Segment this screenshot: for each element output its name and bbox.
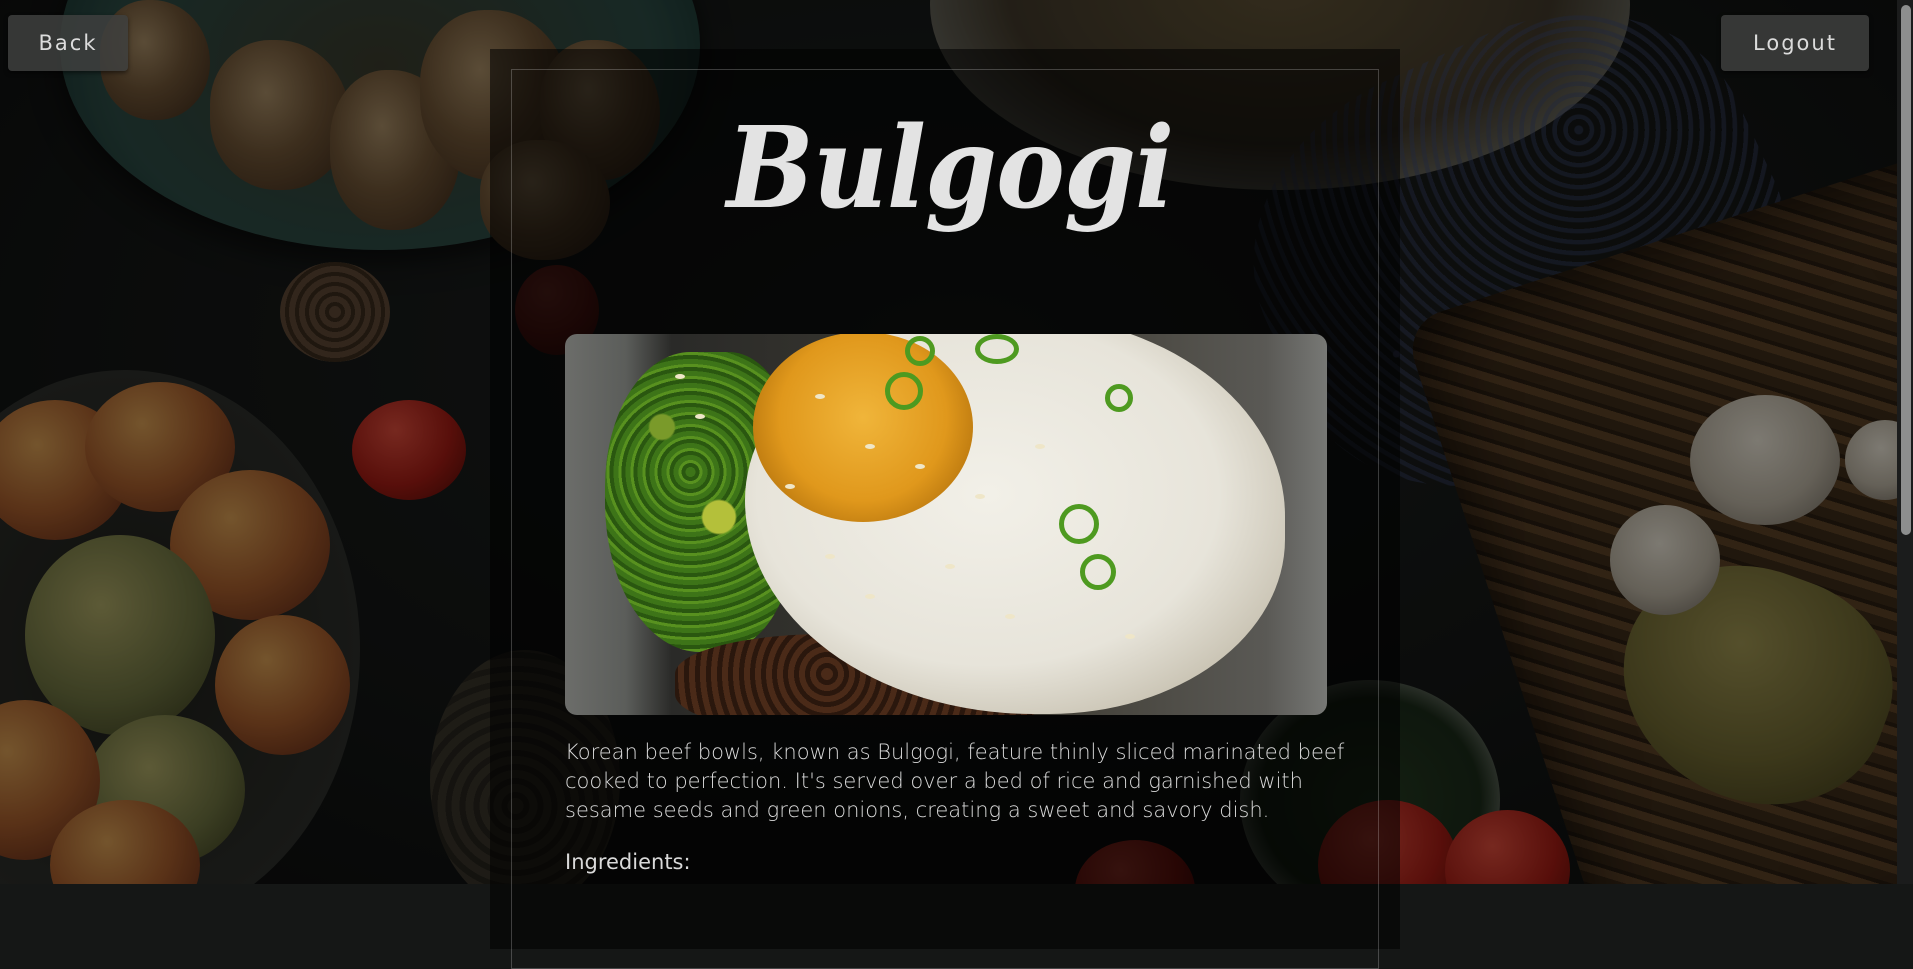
recipe-description: Korean beef bowls, known as Bulgogi, fea… [565,740,1345,822]
egg-yolk [753,334,973,522]
logout-button[interactable]: Logout [1721,15,1869,71]
recipe-title: Bulgogi [726,103,1175,234]
back-button[interactable]: Back [8,15,128,71]
ingredients-heading: Ingredients: [565,850,691,874]
scrollbar-thumb[interactable] [1901,5,1911,535]
recipe-photo [565,334,1327,715]
scrollbar[interactable] [1897,0,1913,884]
